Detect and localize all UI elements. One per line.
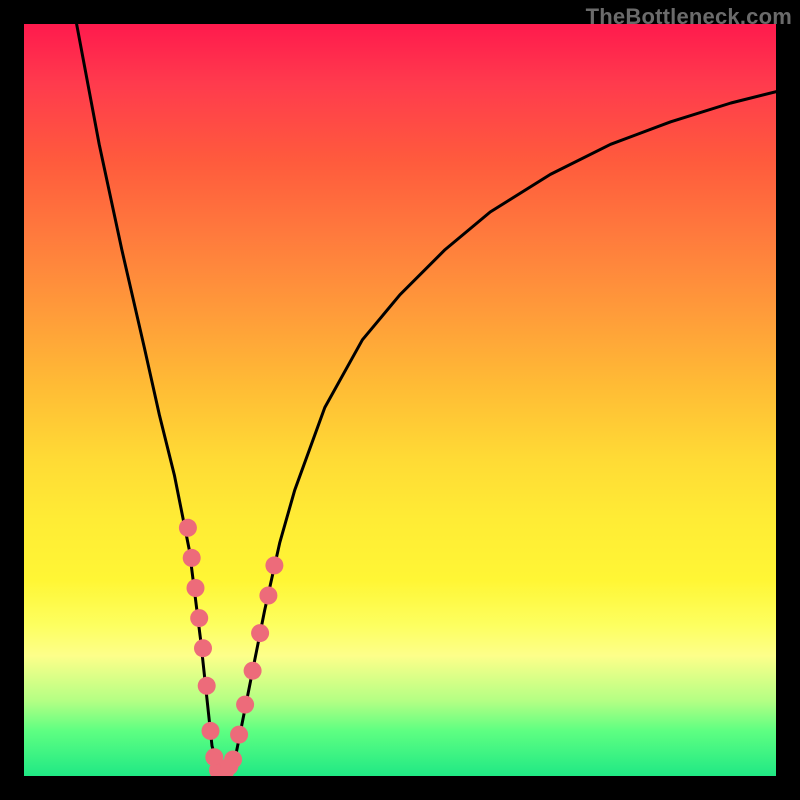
marker-bead <box>198 677 216 695</box>
marker-bead <box>265 556 283 574</box>
chart-svg <box>24 24 776 776</box>
marker-bead <box>259 587 277 605</box>
marker-bead <box>230 726 248 744</box>
marker-bead <box>190 609 208 627</box>
marker-bead <box>194 639 212 657</box>
marker-bead <box>179 519 197 537</box>
marker-bead <box>244 662 262 680</box>
curve-path <box>77 24 776 772</box>
marker-bead <box>224 751 242 769</box>
marker-bead <box>236 696 254 714</box>
marker-bead <box>251 624 269 642</box>
plot-area <box>24 24 776 776</box>
marker-beads <box>179 519 284 776</box>
marker-bead <box>187 579 205 597</box>
marker-bead <box>183 549 201 567</box>
marker-bead <box>202 722 220 740</box>
